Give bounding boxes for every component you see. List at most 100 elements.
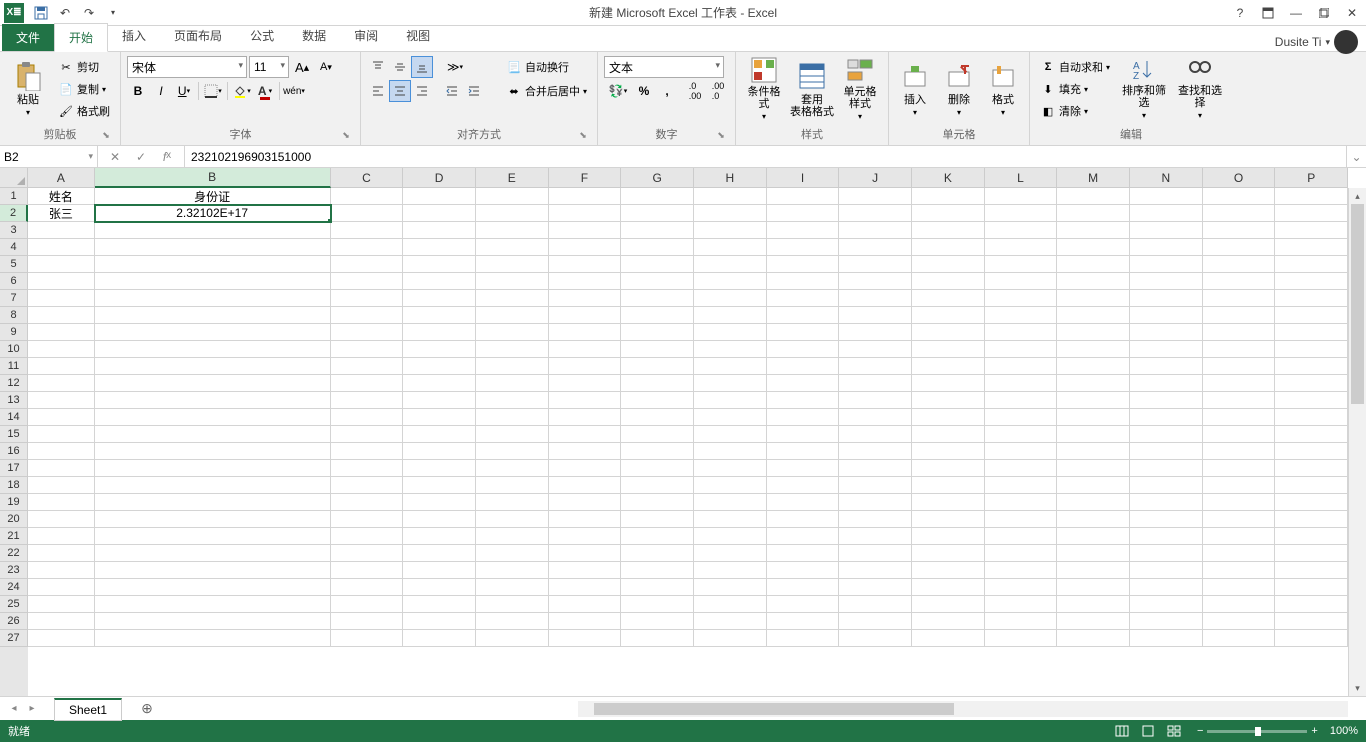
cell-I24[interactable]: [767, 579, 840, 596]
cell-P15[interactable]: [1275, 426, 1348, 443]
cell-H16[interactable]: [694, 443, 767, 460]
cell-H24[interactable]: [694, 579, 767, 596]
cell-I5[interactable]: [767, 256, 840, 273]
cell-B11[interactable]: [95, 358, 331, 375]
cell-D12[interactable]: [403, 375, 476, 392]
cell-P1[interactable]: [1275, 188, 1348, 205]
cell-C27[interactable]: [331, 630, 404, 647]
cell-I17[interactable]: [767, 460, 840, 477]
cell-O21[interactable]: [1203, 528, 1276, 545]
cell-J18[interactable]: [839, 477, 912, 494]
cell-B22[interactable]: [95, 545, 331, 562]
cell-E26[interactable]: [476, 613, 549, 630]
cell-C25[interactable]: [331, 596, 404, 613]
sheet-nav-next[interactable]: ▸: [24, 703, 40, 714]
cell-F17[interactable]: [549, 460, 622, 477]
row-header-20[interactable]: 20: [0, 511, 28, 528]
row-header-27[interactable]: 27: [0, 630, 28, 647]
cell-N25[interactable]: [1130, 596, 1203, 613]
autosum-button[interactable]: Σ自动求和 ▾: [1036, 56, 1114, 78]
cell-G9[interactable]: [621, 324, 694, 341]
cell-N17[interactable]: [1130, 460, 1203, 477]
cell-J9[interactable]: [839, 324, 912, 341]
col-header-A[interactable]: A: [28, 168, 95, 188]
tab-开始[interactable]: 开始: [54, 23, 108, 52]
cell-K1[interactable]: [912, 188, 985, 205]
cell-F20[interactable]: [549, 511, 622, 528]
cell-K23[interactable]: [912, 562, 985, 579]
cell-J24[interactable]: [839, 579, 912, 596]
sheet-tab-Sheet1[interactable]: Sheet1: [54, 698, 122, 721]
tab-数据[interactable]: 数据: [288, 22, 340, 51]
cell-K15[interactable]: [912, 426, 985, 443]
cell-H6[interactable]: [694, 273, 767, 290]
col-header-F[interactable]: F: [549, 168, 622, 188]
cell-F8[interactable]: [549, 307, 622, 324]
cell-M19[interactable]: [1057, 494, 1130, 511]
cell-I11[interactable]: [767, 358, 840, 375]
cell-G7[interactable]: [621, 290, 694, 307]
cell-styles-button[interactable]: 单元格样式▾: [838, 56, 882, 122]
cell-O13[interactable]: [1203, 392, 1276, 409]
border-button[interactable]: ▾: [202, 80, 224, 102]
cell-I9[interactable]: [767, 324, 840, 341]
cell-N22[interactable]: [1130, 545, 1203, 562]
row-header-1[interactable]: 1: [0, 188, 28, 205]
cell-K27[interactable]: [912, 630, 985, 647]
cell-J14[interactable]: [839, 409, 912, 426]
cell-F25[interactable]: [549, 596, 622, 613]
cell-A16[interactable]: [28, 443, 95, 460]
cell-F9[interactable]: [549, 324, 622, 341]
cell-J26[interactable]: [839, 613, 912, 630]
row-header-18[interactable]: 18: [0, 477, 28, 494]
fill-handle[interactable]: [327, 218, 331, 222]
cell-F10[interactable]: [549, 341, 622, 358]
cell-M13[interactable]: [1057, 392, 1130, 409]
name-box[interactable]: [0, 146, 98, 167]
wrap-text-button[interactable]: 📃自动换行: [502, 56, 591, 78]
cell-I23[interactable]: [767, 562, 840, 579]
sheet-nav-prev[interactable]: ◂: [6, 703, 22, 714]
cell-B18[interactable]: [95, 477, 331, 494]
cell-N27[interactable]: [1130, 630, 1203, 647]
cell-D16[interactable]: [403, 443, 476, 460]
formula-input[interactable]: [185, 146, 1346, 167]
cell-G2[interactable]: [621, 205, 694, 222]
row-header-23[interactable]: 23: [0, 562, 28, 579]
accounting-format-button[interactable]: 💱▾: [604, 80, 632, 102]
cell-P7[interactable]: [1275, 290, 1348, 307]
cell-J23[interactable]: [839, 562, 912, 579]
cell-L7[interactable]: [985, 290, 1058, 307]
cell-K19[interactable]: [912, 494, 985, 511]
cell-M17[interactable]: [1057, 460, 1130, 477]
cell-I25[interactable]: [767, 596, 840, 613]
cell-K12[interactable]: [912, 375, 985, 392]
cell-M27[interactable]: [1057, 630, 1130, 647]
cell-I27[interactable]: [767, 630, 840, 647]
align-left-button[interactable]: [367, 80, 389, 102]
cell-P13[interactable]: [1275, 392, 1348, 409]
cell-P27[interactable]: [1275, 630, 1348, 647]
alignment-dialog-launcher[interactable]: ⬊: [577, 130, 589, 142]
cell-P24[interactable]: [1275, 579, 1348, 596]
cell-P18[interactable]: [1275, 477, 1348, 494]
cell-D3[interactable]: [403, 222, 476, 239]
cell-M12[interactable]: [1057, 375, 1130, 392]
col-header-H[interactable]: H: [694, 168, 767, 188]
cell-P6[interactable]: [1275, 273, 1348, 290]
italic-button[interactable]: I: [150, 80, 172, 102]
row-header-7[interactable]: 7: [0, 290, 28, 307]
cell-H9[interactable]: [694, 324, 767, 341]
cell-A12[interactable]: [28, 375, 95, 392]
cell-B20[interactable]: [95, 511, 331, 528]
cell-E15[interactable]: [476, 426, 549, 443]
format-cells-button[interactable]: 格式▾: [983, 56, 1023, 122]
cell-F5[interactable]: [549, 256, 622, 273]
cell-N16[interactable]: [1130, 443, 1203, 460]
cell-B27[interactable]: [95, 630, 331, 647]
cell-A2[interactable]: 张三: [28, 205, 95, 222]
cell-D22[interactable]: [403, 545, 476, 562]
cell-G11[interactable]: [621, 358, 694, 375]
cell-I3[interactable]: [767, 222, 840, 239]
tab-页面布局[interactable]: 页面布局: [160, 22, 236, 51]
